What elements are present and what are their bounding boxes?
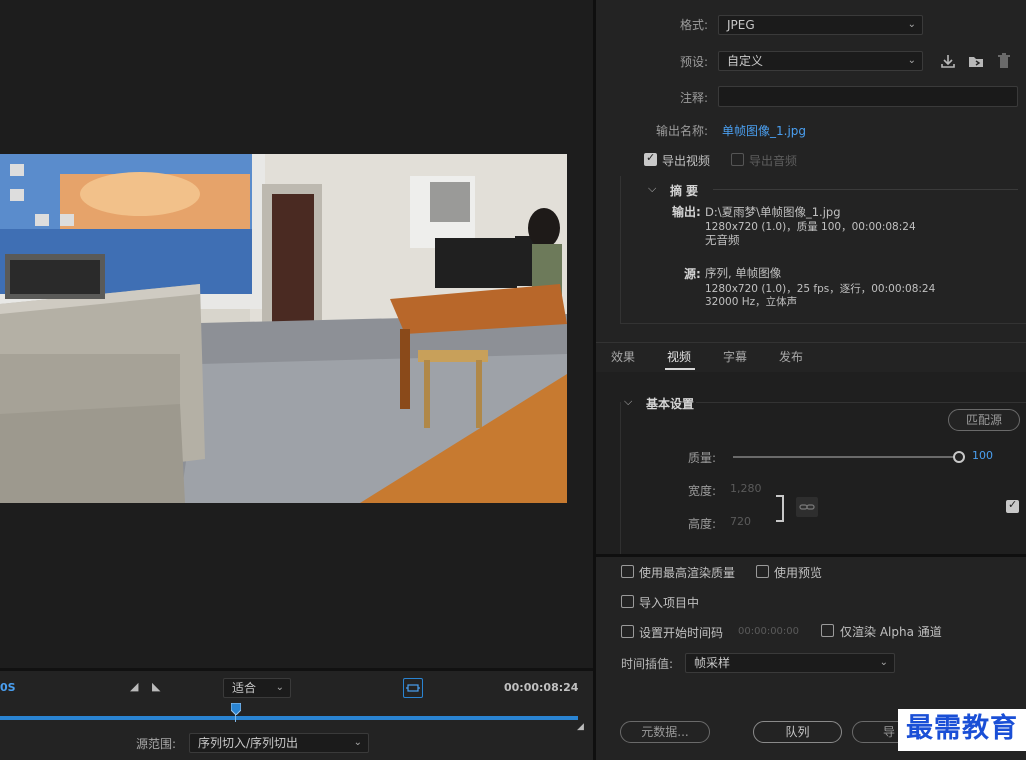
export-video-checkbox[interactable]	[644, 151, 657, 166]
time-interpolation-dropdown[interactable]: 帧采样 ⌄	[685, 653, 895, 673]
tab-video[interactable]: 视频	[667, 348, 691, 365]
duration-timecode: 00:00:08:24	[504, 681, 579, 694]
summary-source-label: 源:	[684, 267, 701, 281]
use-previews-checkbox[interactable]	[756, 565, 769, 578]
output-name-label: 输出名称:	[655, 124, 708, 138]
comment-label: 注释:	[679, 91, 708, 105]
render-alpha-only-checkbox[interactable]	[821, 624, 834, 637]
source-range-label: 源范围:	[136, 737, 177, 751]
quality-label: 质量:	[687, 451, 716, 465]
summary-output-audio: 无音频	[705, 233, 740, 247]
width-label: 宽度:	[687, 484, 716, 498]
export-audio-label: 导出音频	[749, 154, 798, 168]
height-value[interactable]: 720	[730, 515, 751, 528]
playhead-marker-icon[interactable]	[230, 702, 242, 716]
import-into-project-checkbox[interactable]	[621, 595, 634, 608]
summary-title: 摘要	[670, 184, 703, 198]
export-audio-checkbox[interactable]	[731, 153, 744, 166]
summary-output-path: D:\夏雨梦\单帧图像_1.jpg	[705, 205, 841, 219]
basic-settings-divider	[696, 402, 1026, 403]
save-preset-icon[interactable]	[939, 52, 957, 70]
import-preset-icon[interactable]	[967, 52, 985, 70]
use-previews-label: 使用预览	[774, 566, 823, 580]
summary-source-name: 序列, 单帧图像	[705, 266, 782, 280]
source-range-value: 序列切入/序列切出	[198, 736, 299, 750]
source-range-dropdown[interactable]: 序列切入/序列切出 ⌄	[189, 733, 369, 753]
set-in-point-icon[interactable]: ◢	[130, 680, 138, 693]
queue-button[interactable]: 队列	[753, 721, 842, 743]
time-interpolation-value: 帧采样	[694, 656, 731, 670]
metadata-button[interactable]: 元数据...	[620, 721, 710, 743]
tab-publish[interactable]: 发布	[779, 348, 803, 365]
quality-slider-track[interactable]	[733, 456, 959, 458]
summary-source-audio: 32000 Hz，立体声	[705, 296, 798, 308]
chevron-down-icon: ⌄	[879, 657, 888, 668]
basic-settings-title: 基本设置	[646, 397, 695, 411]
timeline-track[interactable]	[0, 716, 578, 720]
match-source-button[interactable]: 匹配源	[948, 409, 1020, 431]
export-settings-panel: 格式: JPEG ⌄ 预设: 自定义 ⌄ 注释: 输出名称: 单帧图像_1.jp…	[596, 0, 1026, 760]
chevron-down-icon: ⌄	[275, 682, 284, 693]
summary-output-label: 输出:	[672, 205, 701, 219]
basic-settings-collapse-chevron-icon[interactable]: ⌵	[624, 395, 632, 409]
start-timecode-value[interactable]: 00:00:00:00	[738, 626, 799, 637]
delete-preset-icon[interactable]	[995, 52, 1013, 70]
aspect-bracket	[776, 495, 784, 522]
max-render-quality-checkbox[interactable]	[621, 565, 634, 578]
set-start-timecode-label: 设置开始时间码	[639, 626, 724, 640]
current-timecode[interactable]: 0S	[0, 681, 16, 694]
preset-label: 预设:	[679, 55, 708, 69]
zoom-fit-value: 适合	[232, 681, 257, 695]
chevron-down-icon: ⌄	[907, 55, 916, 66]
aspect-crop-toggle-icon[interactable]	[403, 678, 423, 698]
preview-pane: 0S ◢ ◣ 适合 ⌄ 00:00:08:24 ◢ 源范围: 序列切入/序列切出…	[0, 0, 593, 760]
quality-value[interactable]: 100	[972, 449, 993, 462]
comment-input[interactable]	[718, 86, 1018, 107]
format-label: 格式:	[679, 18, 708, 32]
zoom-fit-dropdown[interactable]: 适合 ⌄	[223, 678, 291, 698]
preset-value: 自定义	[727, 54, 764, 68]
format-value: JPEG	[727, 18, 755, 32]
settings-tabs: 效果 视频 字幕 发布	[596, 342, 1026, 370]
playhead-line	[235, 714, 236, 722]
preview-frame-image	[0, 154, 567, 503]
set-start-timecode-checkbox[interactable]	[621, 625, 634, 638]
height-label: 高度:	[687, 517, 716, 531]
chevron-down-icon: ⌄	[907, 19, 916, 30]
export-video-label: 导出视频	[662, 154, 711, 168]
tab-captions[interactable]: 字幕	[723, 348, 747, 365]
timeline-end-marker-icon: ◢	[577, 722, 584, 732]
render-alpha-only-label: 仅渲染 Alpha 通道	[840, 625, 942, 639]
quality-slider-handle[interactable]	[953, 451, 965, 463]
link-dimensions-icon[interactable]	[796, 497, 818, 517]
tab-effects[interactable]: 效果	[611, 348, 635, 365]
summary-collapse-chevron-icon[interactable]: ⌵	[648, 182, 656, 196]
panel-separator	[596, 554, 1026, 557]
active-tab-indicator	[665, 368, 695, 370]
time-interpolation-label: 时间插值:	[621, 657, 674, 671]
preset-dropdown[interactable]: 自定义 ⌄	[718, 51, 923, 71]
max-render-quality-label: 使用最高渲染质量	[639, 566, 736, 580]
chevron-down-icon: ⌄	[353, 737, 362, 748]
summary-divider	[713, 189, 1018, 190]
resize-checkbox[interactable]	[1006, 498, 1019, 513]
output-name-link[interactable]: 单帧图像_1.jpg	[722, 122, 806, 139]
watermark-logo: 最需教育	[898, 709, 1026, 751]
width-value[interactable]: 1,280	[730, 482, 762, 495]
import-into-project-label: 导入项目中	[639, 596, 700, 610]
set-out-point-icon[interactable]: ◣	[152, 680, 160, 693]
format-dropdown[interactable]: JPEG ⌄	[718, 15, 923, 35]
